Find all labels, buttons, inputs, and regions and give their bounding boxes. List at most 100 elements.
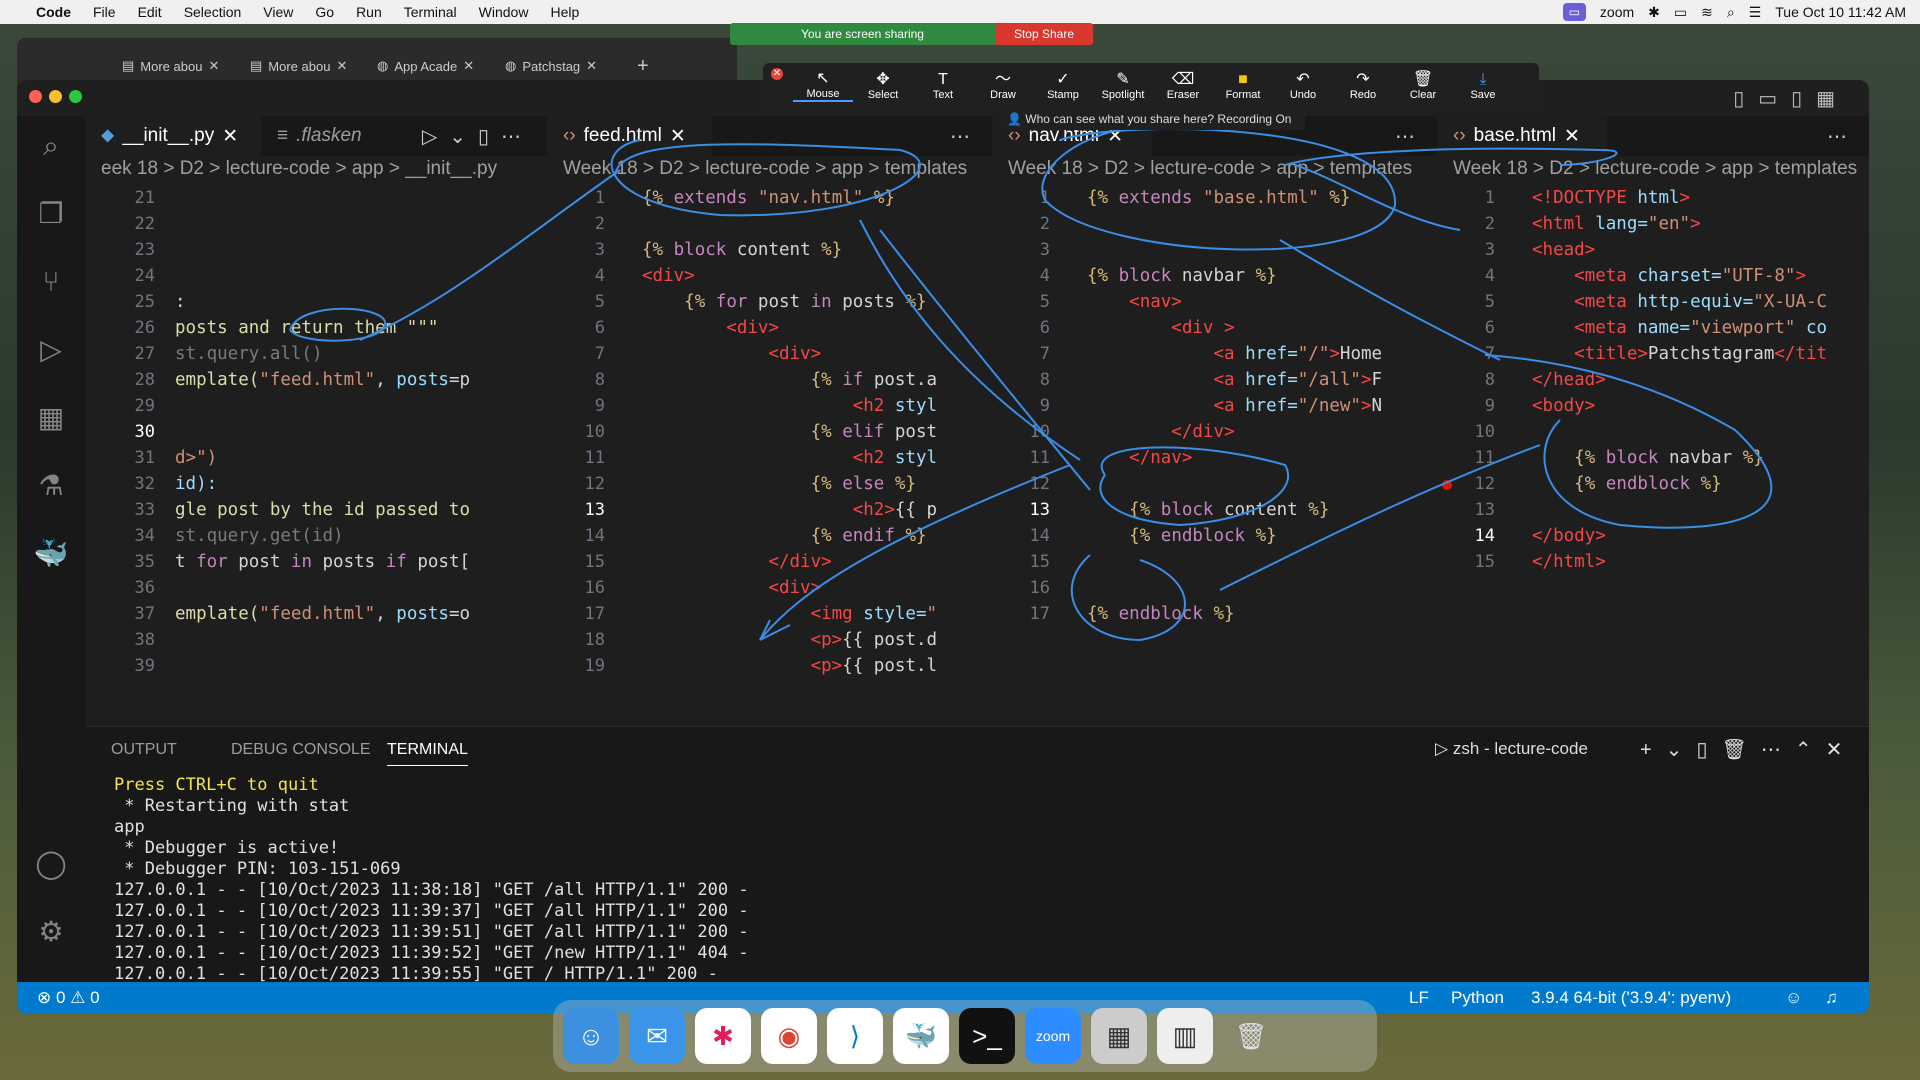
wifi-icon[interactable]: ≋ bbox=[1701, 4, 1713, 21]
finder-icon[interactable]: ☺ bbox=[563, 1008, 619, 1064]
menu-terminal[interactable]: Terminal bbox=[404, 4, 457, 20]
clock[interactable]: Tue Oct 10 11:42 AM bbox=[1775, 4, 1906, 20]
menubar-app-name[interactable]: Code bbox=[36, 4, 71, 20]
panel-actions[interactable]: +⌄▯🗑⋯⌃✕ bbox=[1640, 737, 1856, 762]
tool-mouse[interactable]: ↖ Mouse bbox=[793, 70, 853, 102]
editor-actions[interactable]: ▷⌄▯⋯ bbox=[422, 124, 533, 149]
preview-icon[interactable]: ▦ bbox=[1091, 1008, 1147, 1064]
terminal-app-icon[interactable]: >_ bbox=[959, 1008, 1015, 1064]
zoom-window-button[interactable] bbox=[69, 90, 82, 103]
bluetooth-icon[interactable]: ✱ bbox=[1648, 4, 1660, 21]
tab-init-py[interactable]: ⬥ __init__.py ✕ bbox=[85, 116, 261, 156]
trash-icon[interactable]: 🗑 bbox=[1223, 1008, 1279, 1064]
tab-feed-html[interactable]: ‹› feed.html ✕ bbox=[547, 116, 712, 156]
testing-icon[interactable]: ⚗ bbox=[33, 468, 69, 504]
account-icon[interactable]: ◯ bbox=[33, 846, 69, 882]
tab-strip: ‹› feed.html ✕ ⋯ bbox=[547, 116, 992, 156]
browser-tab[interactable]: ◍ Patchstag ✕ bbox=[505, 52, 597, 80]
recording-notice[interactable]: 👤 Who can see what you share here? Recor… bbox=[999, 108, 1305, 130]
redo-icon: ↷ bbox=[1356, 70, 1370, 88]
stop-share-button[interactable]: Stop Share bbox=[995, 23, 1093, 45]
control-center-icon[interactable]: ☰ bbox=[1749, 4, 1762, 21]
close-tab-icon[interactable]: ✕ bbox=[222, 125, 238, 148]
menu-run[interactable]: Run bbox=[356, 4, 382, 20]
save-icon: ⤓ bbox=[1479, 70, 1487, 88]
tab-terminal[interactable]: TERMINAL bbox=[387, 741, 468, 766]
zoom-menu-label[interactable]: zoom bbox=[1600, 4, 1634, 20]
tool-stamp[interactable]: ✓ Stamp bbox=[1033, 71, 1093, 101]
zoom-app-icon[interactable]: zoom bbox=[1025, 1008, 1081, 1064]
browser-tab[interactable]: ▤ More abou ✕ bbox=[122, 52, 219, 80]
breadcrumb[interactable]: Week 18 > D2 > lecture-code > app > temp… bbox=[992, 156, 1437, 182]
tab-output[interactable]: OUTPUT bbox=[111, 741, 177, 759]
tool-format[interactable]: ■ Format bbox=[1213, 71, 1273, 101]
docker-icon[interactable]: 🐳 bbox=[33, 536, 69, 572]
battery-icon[interactable]: ▭ bbox=[1674, 4, 1687, 21]
terminal-shell-selector[interactable]: ▷ zsh - lecture-code bbox=[1435, 739, 1588, 759]
extensions-icon[interactable]: ▦ bbox=[33, 400, 69, 436]
text-icon: T bbox=[938, 70, 948, 88]
tab-strip: ‹› base.html ✕ ⋯ bbox=[1437, 116, 1869, 156]
source-control-icon[interactable]: ⑂ bbox=[33, 264, 69, 300]
slack-icon[interactable]: ✱ bbox=[695, 1008, 751, 1064]
tab-flaskenv[interactable]: ≡ .flasken bbox=[261, 116, 391, 156]
archive-icon[interactable]: ▥ bbox=[1157, 1008, 1213, 1064]
breadcrumb[interactable]: Week 18 > D2 > lecture-code > app > temp… bbox=[1437, 156, 1869, 182]
more-actions-icon[interactable]: ⋯ bbox=[1395, 124, 1415, 149]
html-file-icon: ‹› bbox=[563, 125, 576, 146]
explorer-search-icon[interactable]: ⌕ bbox=[33, 128, 69, 164]
close-window-button[interactable] bbox=[29, 90, 42, 103]
tool-save[interactable]: ⤓ Save bbox=[1453, 71, 1513, 101]
python-interpreter[interactable]: 3.9.4 64-bit ('3.9.4': pyenv) bbox=[1531, 988, 1731, 1008]
file-lines-icon: ≡ bbox=[277, 125, 289, 146]
run-debug-icon[interactable]: ▷ bbox=[33, 332, 69, 368]
tool-clear[interactable]: 🗑 Clear bbox=[1393, 71, 1453, 101]
tool-spotlight[interactable]: ✎ Spotlight bbox=[1093, 71, 1153, 101]
breakpoint-icon[interactable] bbox=[1442, 480, 1452, 490]
menu-help[interactable]: Help bbox=[550, 4, 579, 20]
feedback-icon[interactable]: ☺ bbox=[1785, 988, 1802, 1008]
layout-controls[interactable]: ▯▭▯▦ bbox=[1733, 86, 1849, 111]
select-icon: ✥ bbox=[876, 70, 890, 88]
search-icon[interactable]: ⌕ bbox=[1727, 4, 1735, 21]
more-actions-icon[interactable]: ⋯ bbox=[950, 124, 970, 149]
eol-indicator[interactable]: LF bbox=[1409, 988, 1429, 1008]
minimize-window-button[interactable] bbox=[49, 90, 62, 103]
browser-tab[interactable]: ▤ More abou ✕ bbox=[250, 52, 347, 80]
problems-indicator[interactable]: ⊗ 0 ⚠ 0 bbox=[37, 988, 100, 1008]
tool-draw[interactable]: 〜 Draw bbox=[973, 71, 1033, 101]
zoom-share-icon[interactable]: ▭ bbox=[1562, 3, 1586, 21]
settings-gear-icon[interactable]: ⚙ bbox=[33, 914, 69, 950]
menu-edit[interactable]: Edit bbox=[138, 4, 162, 20]
bottom-panel: OUTPUT DEBUG CONSOLE TERMINAL ▷ zsh - le… bbox=[85, 726, 1869, 984]
vscode-icon[interactable]: ⟩ bbox=[827, 1008, 883, 1064]
chrome-icon[interactable]: ◉ bbox=[761, 1008, 817, 1064]
new-tab-button[interactable]: + bbox=[637, 52, 649, 80]
tab-base-html[interactable]: ‹› base.html ✕ bbox=[1437, 116, 1607, 156]
mail-icon[interactable]: ✉ bbox=[629, 1008, 685, 1064]
tool-select[interactable]: ✥ Select bbox=[853, 71, 913, 101]
close-tab-icon[interactable]: ✕ bbox=[1564, 125, 1580, 148]
language-mode[interactable]: Python bbox=[1451, 988, 1504, 1008]
clear-icon: 🗑 bbox=[1412, 70, 1434, 88]
close-annotation-icon[interactable]: ✕ bbox=[771, 68, 783, 80]
close-tab-icon[interactable]: ✕ bbox=[670, 125, 686, 148]
menu-file[interactable]: File bbox=[93, 4, 116, 20]
menu-go[interactable]: Go bbox=[315, 4, 334, 20]
tool-undo[interactable]: ↶ Undo bbox=[1273, 71, 1333, 101]
menu-window[interactable]: Window bbox=[479, 4, 529, 20]
files-icon[interactable]: ❐ bbox=[33, 196, 69, 232]
breadcrumb[interactable]: Week 18 > D2 > lecture-code > app > temp… bbox=[547, 156, 992, 182]
docker-app-icon[interactable]: 🐳 bbox=[893, 1008, 949, 1064]
notifications-bell-icon[interactable]: ♫ bbox=[1825, 988, 1838, 1008]
tool-redo[interactable]: ↷ Redo bbox=[1333, 71, 1393, 101]
tool-eraser[interactable]: ⌫ Eraser bbox=[1153, 71, 1213, 101]
more-actions-icon[interactable]: ⋯ bbox=[1827, 124, 1847, 149]
tool-text[interactable]: T Text bbox=[913, 71, 973, 101]
tab-debug-console[interactable]: DEBUG CONSOLE bbox=[231, 741, 371, 759]
menu-view[interactable]: View bbox=[263, 4, 293, 20]
breadcrumb[interactable]: eek 18 > D2 > lecture-code > app > __ini… bbox=[85, 156, 547, 182]
browser-tab[interactable]: ◍ App Acade ✕ bbox=[377, 52, 474, 80]
menu-selection[interactable]: Selection bbox=[184, 4, 242, 20]
globe-icon: ◍ bbox=[505, 58, 517, 73]
